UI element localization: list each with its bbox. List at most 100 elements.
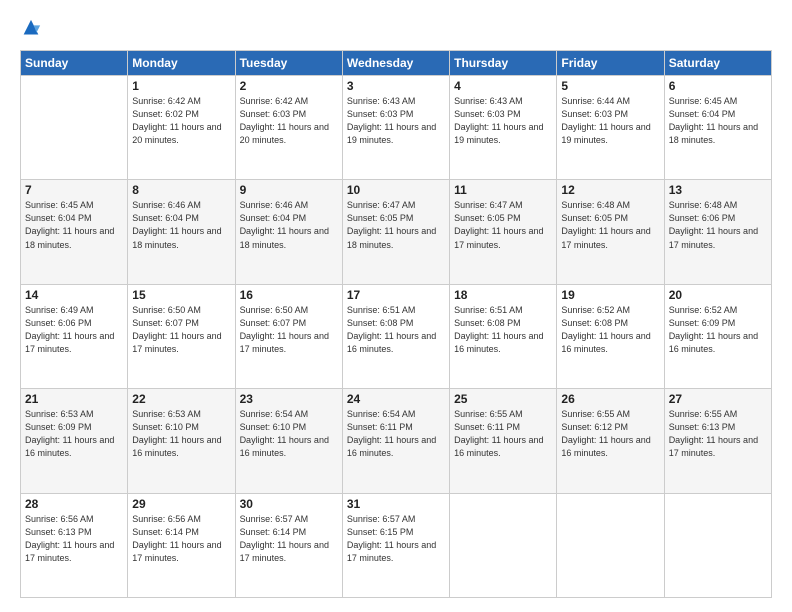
day-info: Sunrise: 6:47 AM Sunset: 6:05 PM Dayligh… — [347, 199, 445, 251]
logo — [20, 18, 46, 40]
day-info: Sunrise: 6:46 AM Sunset: 6:04 PM Dayligh… — [132, 199, 230, 251]
day-info: Sunrise: 6:50 AM Sunset: 6:07 PM Dayligh… — [132, 304, 230, 356]
day-info: Sunrise: 6:57 AM Sunset: 6:15 PM Dayligh… — [347, 513, 445, 565]
day-number: 14 — [25, 288, 123, 302]
calendar-cell: 20 Sunrise: 6:52 AM Sunset: 6:09 PM Dayli… — [664, 284, 771, 388]
day-info: Sunrise: 6:43 AM Sunset: 6:03 PM Dayligh… — [454, 95, 552, 147]
calendar-cell — [664, 493, 771, 597]
day-info: Sunrise: 6:54 AM Sunset: 6:10 PM Dayligh… — [240, 408, 338, 460]
calendar-cell: 9 Sunrise: 6:46 AM Sunset: 6:04 PM Daylig… — [235, 180, 342, 284]
day-info: Sunrise: 6:50 AM Sunset: 6:07 PM Dayligh… — [240, 304, 338, 356]
day-info: Sunrise: 6:52 AM Sunset: 6:08 PM Dayligh… — [561, 304, 659, 356]
day-number: 25 — [454, 392, 552, 406]
day-info: Sunrise: 6:55 AM Sunset: 6:12 PM Dayligh… — [561, 408, 659, 460]
weekday-header-saturday: Saturday — [664, 51, 771, 76]
day-info: Sunrise: 6:45 AM Sunset: 6:04 PM Dayligh… — [669, 95, 767, 147]
calendar-cell: 27 Sunrise: 6:55 AM Sunset: 6:13 PM Dayli… — [664, 389, 771, 493]
day-number: 5 — [561, 79, 659, 93]
day-number: 19 — [561, 288, 659, 302]
day-number: 28 — [25, 497, 123, 511]
calendar-cell: 12 Sunrise: 6:48 AM Sunset: 6:05 PM Dayli… — [557, 180, 664, 284]
day-info: Sunrise: 6:56 AM Sunset: 6:13 PM Dayligh… — [25, 513, 123, 565]
day-info: Sunrise: 6:43 AM Sunset: 6:03 PM Dayligh… — [347, 95, 445, 147]
day-number: 4 — [454, 79, 552, 93]
calendar-cell: 18Sunrise: 6:51 AM Sunset: 6:08 PM Dayli… — [450, 284, 557, 388]
day-info: Sunrise: 6:57 AM Sunset: 6:14 PM Dayligh… — [240, 513, 338, 565]
day-number: 8 — [132, 183, 230, 197]
weekday-header-tuesday: Tuesday — [235, 51, 342, 76]
day-number: 2 — [240, 79, 338, 93]
day-info: Sunrise: 6:51 AM Sunset: 6:08 PM Dayligh… — [347, 304, 445, 356]
day-info: Sunrise: 6:46 AM Sunset: 6:04 PM Dayligh… — [240, 199, 338, 251]
day-number: 12 — [561, 183, 659, 197]
calendar-cell: 6 Sunrise: 6:45 AM Sunset: 6:04 PM Daylig… — [664, 76, 771, 180]
calendar-cell: 26 Sunrise: 6:55 AM Sunset: 6:12 PM Dayli… — [557, 389, 664, 493]
day-number: 27 — [669, 392, 767, 406]
calendar-page: SundayMondayTuesdayWednesdayThursdayFrid… — [0, 0, 792, 612]
calendar-week-row: 14 Sunrise: 6:49 AM Sunset: 6:06 PM Dayli… — [21, 284, 772, 388]
calendar-cell: 15 Sunrise: 6:50 AM Sunset: 6:07 PM Dayli… — [128, 284, 235, 388]
day-number: 16 — [240, 288, 338, 302]
calendar-cell: 25 Sunrise: 6:55 AM Sunset: 6:11 PM Dayli… — [450, 389, 557, 493]
day-info: Sunrise: 6:52 AM Sunset: 6:09 PM Dayligh… — [669, 304, 767, 356]
calendar-week-row: 7Sunrise: 6:45 AM Sunset: 6:04 PM Daylig… — [21, 180, 772, 284]
day-info: Sunrise: 6:55 AM Sunset: 6:11 PM Dayligh… — [454, 408, 552, 460]
day-number: 20 — [669, 288, 767, 302]
day-number: 13 — [669, 183, 767, 197]
calendar-cell: 19 Sunrise: 6:52 AM Sunset: 6:08 PM Dayli… — [557, 284, 664, 388]
day-number: 30 — [240, 497, 338, 511]
calendar-cell — [557, 493, 664, 597]
calendar-cell: 11Sunrise: 6:47 AM Sunset: 6:05 PM Dayli… — [450, 180, 557, 284]
calendar-cell: 29 Sunrise: 6:56 AM Sunset: 6:14 PM Dayli… — [128, 493, 235, 597]
day-info: Sunrise: 6:55 AM Sunset: 6:13 PM Dayligh… — [669, 408, 767, 460]
day-info: Sunrise: 6:51 AM Sunset: 6:08 PM Dayligh… — [454, 304, 552, 356]
day-number: 24 — [347, 392, 445, 406]
day-number: 15 — [132, 288, 230, 302]
calendar-week-row: 28 Sunrise: 6:56 AM Sunset: 6:13 PM Dayli… — [21, 493, 772, 597]
calendar-cell: 3 Sunrise: 6:43 AM Sunset: 6:03 PM Daylig… — [342, 76, 449, 180]
day-info: Sunrise: 6:54 AM Sunset: 6:11 PM Dayligh… — [347, 408, 445, 460]
calendar-cell: 31Sunrise: 6:57 AM Sunset: 6:15 PM Dayli… — [342, 493, 449, 597]
calendar-cell: 1Sunrise: 6:42 AM Sunset: 6:02 PM Daylig… — [128, 76, 235, 180]
calendar-cell: 16 Sunrise: 6:50 AM Sunset: 6:07 PM Dayli… — [235, 284, 342, 388]
calendar-table: SundayMondayTuesdayWednesdayThursdayFrid… — [20, 50, 772, 598]
logo-icon — [20, 18, 42, 40]
calendar-week-row: 21Sunrise: 6:53 AM Sunset: 6:09 PM Dayli… — [21, 389, 772, 493]
weekday-header-wednesday: Wednesday — [342, 51, 449, 76]
calendar-cell: 2Sunrise: 6:42 AM Sunset: 6:03 PM Daylig… — [235, 76, 342, 180]
calendar-cell: 4 Sunrise: 6:43 AM Sunset: 6:03 PM Daylig… — [450, 76, 557, 180]
day-number: 29 — [132, 497, 230, 511]
calendar-cell: 14 Sunrise: 6:49 AM Sunset: 6:06 PM Dayli… — [21, 284, 128, 388]
weekday-header-friday: Friday — [557, 51, 664, 76]
day-number: 23 — [240, 392, 338, 406]
calendar-week-row: 1Sunrise: 6:42 AM Sunset: 6:02 PM Daylig… — [21, 76, 772, 180]
day-number: 10 — [347, 183, 445, 197]
calendar-cell: 28 Sunrise: 6:56 AM Sunset: 6:13 PM Dayli… — [21, 493, 128, 597]
day-number: 6 — [669, 79, 767, 93]
day-info: Sunrise: 6:53 AM Sunset: 6:10 PM Dayligh… — [132, 408, 230, 460]
day-info: Sunrise: 6:48 AM Sunset: 6:05 PM Dayligh… — [561, 199, 659, 251]
day-info: Sunrise: 6:56 AM Sunset: 6:14 PM Dayligh… — [132, 513, 230, 565]
day-info: Sunrise: 6:53 AM Sunset: 6:09 PM Dayligh… — [25, 408, 123, 460]
day-number: 3 — [347, 79, 445, 93]
weekday-header-monday: Monday — [128, 51, 235, 76]
day-info: Sunrise: 6:49 AM Sunset: 6:06 PM Dayligh… — [25, 304, 123, 356]
day-info: Sunrise: 6:45 AM Sunset: 6:04 PM Dayligh… — [25, 199, 123, 251]
calendar-cell: 23 Sunrise: 6:54 AM Sunset: 6:10 PM Dayli… — [235, 389, 342, 493]
calendar-cell: 13 Sunrise: 6:48 AM Sunset: 6:06 PM Dayli… — [664, 180, 771, 284]
day-number: 26 — [561, 392, 659, 406]
calendar-cell: 30 Sunrise: 6:57 AM Sunset: 6:14 PM Dayli… — [235, 493, 342, 597]
calendar-header-row: SundayMondayTuesdayWednesdayThursdayFrid… — [21, 51, 772, 76]
weekday-header-thursday: Thursday — [450, 51, 557, 76]
calendar-cell: 5Sunrise: 6:44 AM Sunset: 6:03 PM Daylig… — [557, 76, 664, 180]
calendar-cell: 21Sunrise: 6:53 AM Sunset: 6:09 PM Dayli… — [21, 389, 128, 493]
calendar-cell — [450, 493, 557, 597]
calendar-cell: 10 Sunrise: 6:47 AM Sunset: 6:05 PM Dayli… — [342, 180, 449, 284]
weekday-header-sunday: Sunday — [21, 51, 128, 76]
day-number: 11 — [454, 183, 552, 197]
calendar-cell: 22Sunrise: 6:53 AM Sunset: 6:10 PM Dayli… — [128, 389, 235, 493]
day-info: Sunrise: 6:48 AM Sunset: 6:06 PM Dayligh… — [669, 199, 767, 251]
day-number: 17 — [347, 288, 445, 302]
day-number: 9 — [240, 183, 338, 197]
header — [20, 18, 772, 40]
